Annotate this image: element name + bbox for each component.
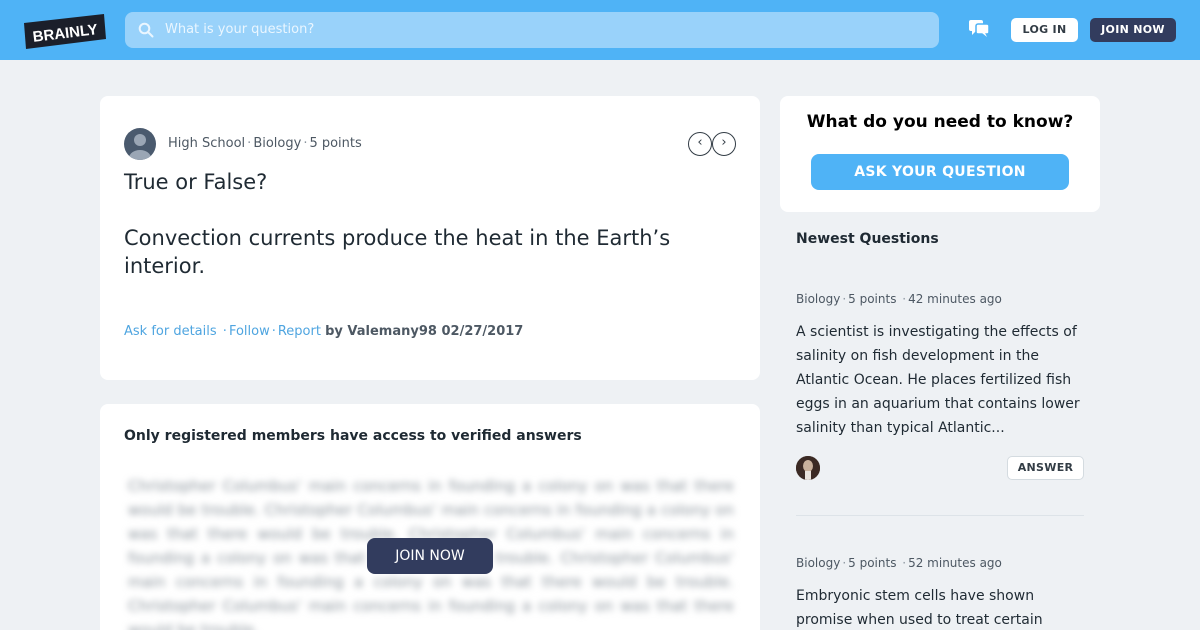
report-link[interactable]: Report [278, 324, 321, 339]
answer-button[interactable]: ANSWER [1007, 456, 1084, 480]
user-photo-icon [796, 456, 820, 480]
points-label: 5 points [309, 136, 362, 151]
question-text: True or False? Convection currents produ… [124, 168, 736, 280]
ask-question-button[interactable]: ASK YOUR QUESTION [811, 154, 1069, 190]
points-label: 5 points [848, 556, 897, 570]
ask-for-details-link[interactable]: Ask for details [124, 324, 217, 339]
ask-card-title: What do you need to know? [806, 112, 1074, 132]
list-item[interactable]: Biology · 5 points · 42 minutes ago A scien… [796, 292, 1084, 440]
answer-access-title: Only registered members have access to v… [124, 428, 582, 444]
join-now-overlay-button[interactable]: JOIN NOW [367, 538, 493, 574]
answer-card: Only registered members have access to v… [100, 404, 760, 630]
follow-link[interactable]: Follow [229, 324, 270, 339]
question-card: High School · Biology · 5 points ‹ › True or… [100, 96, 760, 380]
question-line-1: True or False? [124, 170, 268, 194]
time-label: 42 minutes ago [908, 292, 1002, 306]
subject-link[interactable]: Biology [253, 136, 301, 151]
prev-question-button[interactable]: ‹ [688, 132, 712, 156]
question-nav: ‹ › [688, 132, 736, 156]
brainly-logo[interactable]: BRAINLY [24, 14, 106, 50]
newest-question-text[interactable]: A scientist is investigating the effects… [796, 320, 1084, 440]
chevron-right-icon: › [721, 135, 727, 150]
avatar[interactable] [796, 456, 820, 480]
login-button[interactable]: LOG IN [1011, 18, 1078, 42]
subject-link[interactable]: Biology [796, 292, 840, 306]
asker-avatar[interactable] [124, 128, 156, 160]
question-line-2: Convection currents produce the heat in … [124, 226, 671, 278]
chat-icon[interactable] [969, 20, 989, 38]
divider [796, 515, 1084, 516]
join-now-button[interactable]: JOIN NOW [1090, 18, 1176, 42]
subject-link[interactable]: Biology [796, 556, 840, 570]
ask-card: What do you need to know? ASK YOUR QUEST… [780, 96, 1100, 212]
question-byline: by Valemany98 02/27/2017 [325, 324, 524, 339]
top-bar: BRAINLY What is your question? LOG IN JO… [0, 0, 1200, 60]
newest-question-meta: Biology · 5 points · 42 minutes ago [796, 292, 1002, 306]
time-label: 52 minutes ago [908, 556, 1002, 570]
next-question-button[interactable]: › [712, 132, 736, 156]
question-meta: High School · Biology · 5 points [168, 136, 362, 151]
search-input[interactable]: What is your question? [165, 22, 314, 37]
search-bar[interactable]: What is your question? [125, 12, 939, 48]
user-icon [129, 134, 151, 160]
points-label: 5 points [848, 292, 897, 306]
search-icon [138, 22, 154, 38]
newest-questions-title: Newest Questions [796, 231, 939, 247]
chevron-left-icon: ‹ [697, 135, 703, 150]
newest-question-text[interactable]: Embryonic stem cells have shown promise … [796, 584, 1084, 630]
list-item[interactable]: Biology · 5 points · 52 minutes ago Embryon… [796, 556, 1084, 630]
level-link[interactable]: High School [168, 136, 245, 151]
newest-question-meta: Biology · 5 points · 52 minutes ago [796, 556, 1002, 570]
question-actions: Ask for details · Follow · Report by Valema… [124, 324, 524, 339]
